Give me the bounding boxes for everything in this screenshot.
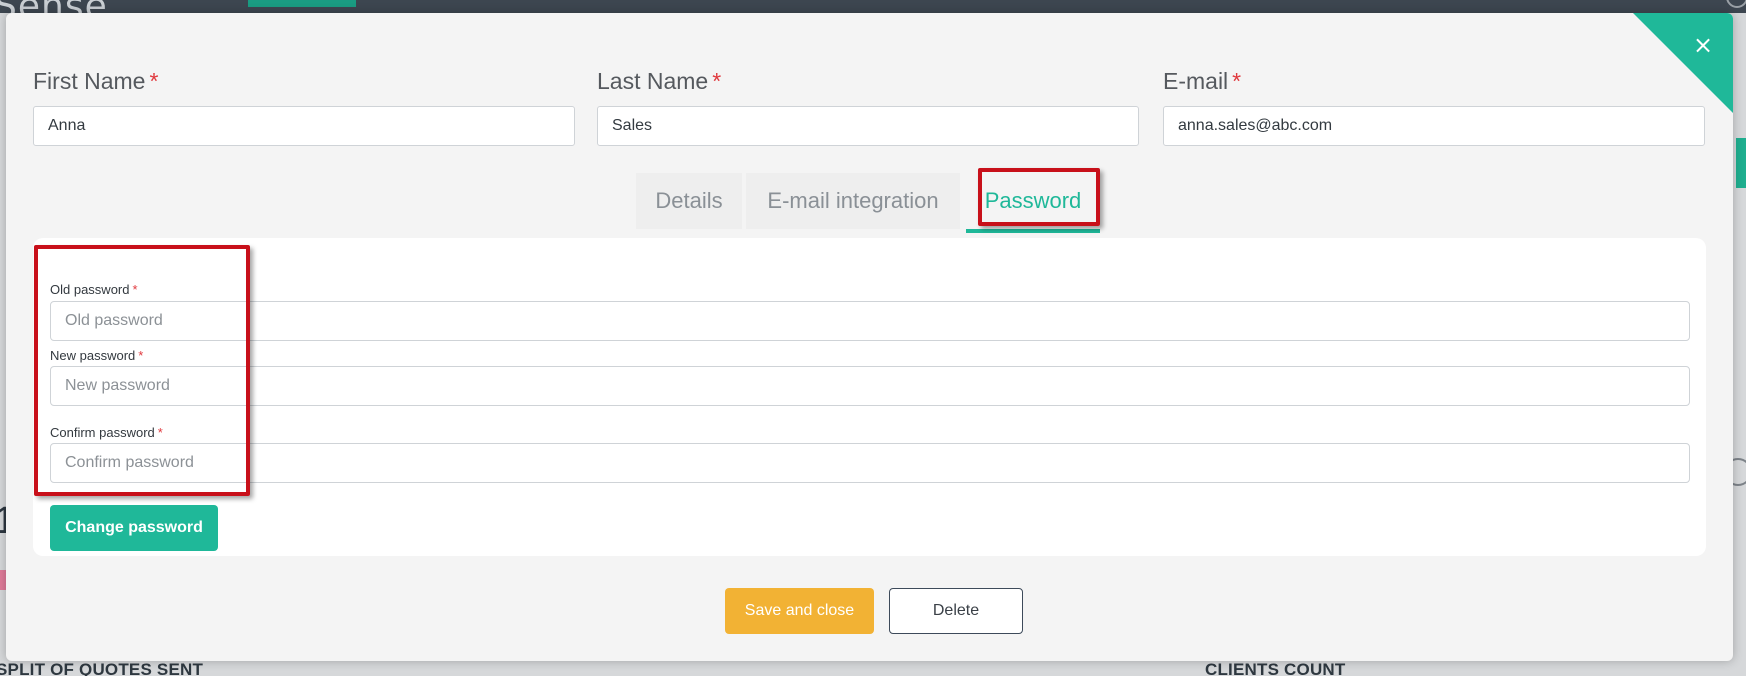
clients-count-label: CLIENTS COUNT — [1205, 660, 1346, 676]
confirm-password-input[interactable] — [50, 443, 1690, 483]
old-password-input[interactable] — [50, 301, 1690, 341]
user-edit-modal: × First Name* Last Name* E-mail* Details… — [6, 13, 1733, 661]
tab-email-integration[interactable]: E-mail integration — [746, 173, 960, 229]
first-name-input[interactable] — [33, 106, 575, 146]
email-input[interactable] — [1163, 106, 1705, 146]
email-label: E-mail * — [1163, 68, 1242, 94]
tab-details[interactable]: Details — [636, 173, 742, 229]
change-password-button[interactable]: Change password — [50, 505, 218, 551]
new-password-input[interactable] — [50, 366, 1690, 406]
first-name-label: First Name * — [33, 68, 159, 94]
password-fields-highlight — [34, 245, 250, 496]
delete-button[interactable]: Delete — [889, 588, 1023, 634]
password-tab-highlight — [978, 168, 1100, 226]
split-of-quotes-label: SPLIT OF QUOTES SENT — [0, 660, 204, 676]
close-icon[interactable]: × — [1691, 33, 1715, 57]
last-name-input[interactable] — [597, 106, 1139, 146]
background-accent-band — [1736, 138, 1746, 188]
close-corner[interactable] — [1633, 13, 1733, 113]
topbar-user-icon — [1726, 0, 1746, 8]
password-panel: Old password * New password * Confirm pass… — [33, 238, 1706, 556]
last-name-label: Last Name * — [597, 68, 722, 94]
save-and-close-button[interactable]: Save and close — [725, 588, 874, 634]
topbar-button — [248, 0, 356, 7]
